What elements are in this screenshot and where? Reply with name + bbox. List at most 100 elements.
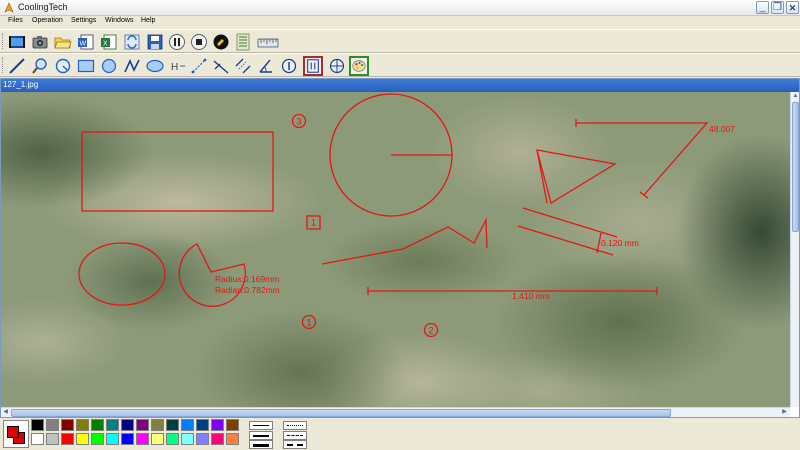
foreground-color-swatch[interactable] (7, 426, 19, 438)
calibration-icon (236, 33, 250, 51)
color-swatch[interactable] (166, 433, 179, 445)
svg-text:H: H (171, 62, 178, 73)
video-capture-button[interactable] (7, 32, 27, 52)
color-swatch[interactable] (61, 419, 74, 431)
save-button[interactable] (145, 32, 165, 52)
rectangle-annotation[interactable] (81, 131, 274, 212)
minimize-icon: _ (759, 2, 766, 13)
vertical-scrollbar[interactable]: ▲ (790, 92, 799, 407)
color-swatch[interactable] (76, 433, 89, 445)
angle-tool-button[interactable] (256, 56, 276, 76)
angle-readout: 48.007 (709, 124, 735, 134)
polyline-tool-button[interactable] (122, 56, 142, 76)
horizontal-measure-button[interactable]: H (167, 56, 187, 76)
polyline-annotation[interactable] (321, 217, 488, 265)
line-style-dotted[interactable] (283, 421, 307, 430)
color-swatch[interactable] (121, 433, 134, 445)
open-folder-icon (54, 37, 72, 49)
calibration-button[interactable] (233, 32, 253, 52)
excel-export-button[interactable]: X (99, 32, 119, 52)
color-swatch[interactable] (211, 419, 224, 431)
distance-readout: 1.410 mm (512, 291, 550, 301)
stop-button[interactable] (189, 32, 209, 52)
parallel-line-b[interactable] (517, 225, 614, 256)
line-tool-button[interactable] (7, 56, 27, 76)
color-swatch[interactable] (136, 419, 149, 431)
menu-settings[interactable]: Settings (71, 17, 96, 24)
refresh-icon (124, 34, 140, 50)
distance-tool-button[interactable] (189, 56, 209, 76)
color-swatch[interactable] (106, 433, 119, 445)
minimize-button[interactable]: _ (756, 1, 769, 14)
color-swatch[interactable] (46, 433, 59, 445)
menu-help[interactable]: Help (141, 17, 155, 24)
menu-operation[interactable]: Operation (32, 17, 63, 24)
close-button[interactable]: ✕ (786, 1, 799, 14)
toolbar-grip[interactable] (2, 33, 4, 49)
color-swatch[interactable] (106, 419, 119, 431)
parallel-tool-button[interactable] (233, 56, 253, 76)
word-export-button[interactable]: W (76, 32, 96, 52)
scroll-right-icon[interactable]: ▶ (780, 408, 789, 417)
circle-tool-button[interactable] (99, 56, 119, 76)
ellipse-tool-button[interactable] (145, 56, 165, 76)
crosshair-tool-button[interactable] (327, 56, 347, 76)
color-swatch[interactable] (31, 433, 44, 445)
line-style-solid-medium[interactable] (249, 431, 273, 440)
menu-files[interactable]: Files (8, 17, 23, 24)
color-palette-bar (0, 418, 800, 450)
color-swatch[interactable] (196, 419, 209, 431)
color-swatch[interactable] (226, 433, 239, 445)
camera-button[interactable] (30, 32, 50, 52)
angle-annotation[interactable] (576, 122, 709, 196)
color-swatch[interactable] (181, 419, 194, 431)
line-style-solid-thin[interactable] (249, 421, 273, 430)
color-swatch[interactable] (151, 433, 164, 445)
color-swatch[interactable] (136, 433, 149, 445)
color-swatch[interactable] (31, 419, 44, 431)
color-swatch[interactable] (166, 419, 179, 431)
rectangle-tool-button[interactable] (76, 56, 96, 76)
circle-select-button[interactable] (53, 56, 73, 76)
color-swatch[interactable] (76, 419, 89, 431)
scroll-up-icon[interactable]: ▲ (791, 92, 800, 101)
color-swatch[interactable] (196, 433, 209, 445)
adjust-button[interactable] (211, 32, 231, 52)
pause-button[interactable] (167, 32, 187, 52)
ruler-button[interactable] (256, 32, 280, 52)
color-swatch[interactable] (151, 419, 164, 431)
current-color-indicator[interactable] (3, 420, 29, 448)
color-swatch[interactable] (226, 419, 239, 431)
numbering-tool-button[interactable] (279, 56, 299, 76)
line-style-dash-dot[interactable] (283, 440, 307, 449)
line-tool-icon (9, 58, 25, 74)
open-button[interactable] (53, 32, 73, 52)
image-canvas[interactable]: 3 1 2 1 Radius:0.169mm Radian:0.782mm 1.… (1, 92, 790, 407)
color-swatch[interactable] (121, 419, 134, 431)
menu-windows[interactable]: Windows (105, 17, 133, 24)
color-swatch[interactable] (46, 419, 59, 431)
color-swatch[interactable] (211, 433, 224, 445)
triangle-annotation[interactable] (536, 149, 617, 205)
refresh-button[interactable] (122, 32, 142, 52)
adjust-icon (213, 34, 229, 50)
zoom-tool-button[interactable] (30, 56, 50, 76)
line-style-solid-thick[interactable] (249, 440, 273, 449)
horizontal-scroll-thumb[interactable] (11, 409, 671, 417)
color-swatch[interactable] (91, 419, 104, 431)
vertical-scroll-thumb[interactable] (792, 102, 799, 232)
distance-tool-icon (191, 58, 207, 74)
scroll-left-icon[interactable]: ◀ (1, 408, 10, 417)
color-swatch[interactable] (91, 433, 104, 445)
parallel-line-a[interactable] (522, 207, 618, 238)
color-palette-button[interactable] (349, 56, 369, 76)
text-box-tool-button[interactable] (303, 56, 323, 76)
line-style-dashed[interactable] (283, 431, 307, 440)
toolbar-grip[interactable] (2, 57, 4, 73)
maximize-button[interactable]: ❐ (771, 1, 784, 14)
horizontal-scrollbar[interactable]: ◀ ▶ (1, 407, 790, 417)
perpendicular-tool-button[interactable] (211, 56, 231, 76)
color-swatch[interactable] (181, 433, 194, 445)
ellipse-annotation[interactable] (78, 242, 166, 306)
color-swatch[interactable] (61, 433, 74, 445)
